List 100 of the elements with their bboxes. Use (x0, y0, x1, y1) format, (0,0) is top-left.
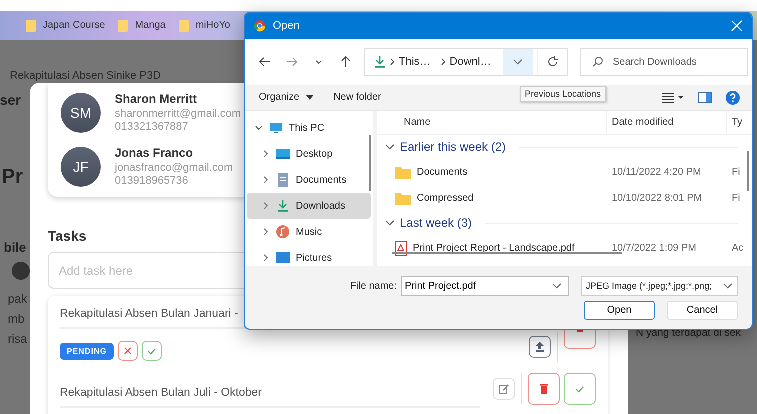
chevron-down-icon (385, 220, 395, 226)
up-icon (340, 56, 352, 68)
chevron-right-icon (262, 228, 270, 236)
scrollbar[interactable] (392, 252, 622, 254)
close-icon (731, 20, 743, 32)
page-text: ser (0, 92, 22, 108)
file-name[interactable]: Documents (417, 166, 468, 178)
folder-icon (395, 192, 411, 204)
new-folder-button[interactable]: New folder (328, 90, 388, 105)
upload-icon (534, 341, 546, 353)
caret-down-icon (306, 95, 314, 100)
file-type: Ac (731, 242, 744, 254)
column-header[interactable]: Ty (727, 111, 743, 134)
folder-icon (117, 18, 130, 32)
chevron-right-icon (262, 254, 270, 262)
page-text: mb (8, 312, 25, 326)
file-name-field[interactable]: Print Project.pdf (401, 276, 569, 296)
accept-button[interactable] (564, 373, 596, 405)
folder-icon (178, 18, 190, 32)
file-name[interactable]: Print Project Report - Landscape.pdf (413, 242, 575, 254)
file-type: Fi (731, 192, 740, 204)
scrollbar[interactable] (369, 135, 371, 191)
chevron-down-icon (255, 124, 263, 132)
picture-icon (276, 251, 290, 265)
scrollbar[interactable] (747, 151, 749, 191)
refresh-icon (546, 56, 558, 68)
page-text: bile (4, 240, 26, 255)
delete-button[interactable] (528, 373, 560, 405)
list-view-icon (662, 92, 684, 102)
tree-item[interactable]: This PC (247, 115, 371, 141)
column-header[interactable]: Name (377, 111, 607, 134)
chevron-down-icon (552, 283, 562, 289)
view-menu-button[interactable] (662, 92, 684, 102)
chevron-right-icon (390, 58, 395, 66)
section-heading: Tasks (48, 228, 87, 244)
search-field[interactable]: Search Downloads (580, 48, 748, 76)
contact-email: jonasfranco@gmail.com (115, 162, 234, 175)
tree-item[interactable]: Music (247, 219, 371, 245)
bookmark-link[interactable]: Japan Course (43, 20, 106, 31)
contact-phone: 013321367887 (115, 121, 190, 134)
reject-button[interactable] (118, 341, 138, 361)
close-icon (122, 345, 134, 357)
tree-item[interactable]: Pictures (247, 245, 371, 271)
file-date: 10/11/2022 4:20 PM (611, 166, 702, 178)
tree-item[interactable]: Downloads (247, 193, 371, 219)
help-icon (726, 90, 740, 104)
open-button[interactable]: Open (584, 301, 655, 320)
file-type-dropdown[interactable]: JPEG Image (*.jpeg;*.jpg;*.png; (581, 276, 738, 296)
file-name[interactable]: Compressed (417, 192, 474, 204)
page-text: Pr (2, 166, 24, 189)
edit-icon (498, 383, 510, 395)
download-icon (276, 199, 290, 213)
status-badge: PENDING (60, 342, 114, 360)
page-text: pak (8, 292, 28, 306)
help-button[interactable] (726, 90, 740, 104)
cancel-button[interactable]: Cancel (667, 301, 738, 320)
chevron-down-icon (723, 283, 733, 289)
group-header[interactable]: Earlier this week (2) (377, 135, 752, 159)
chevron-right-icon (262, 150, 270, 158)
breadcrumb[interactable]: Downl… (450, 56, 492, 68)
computer-icon (269, 121, 283, 135)
contact-phone: 013918965736 (115, 175, 190, 188)
music-icon (276, 225, 290, 239)
edit-button[interactable] (493, 378, 515, 400)
pane-icon (698, 92, 712, 103)
file-type: Fi (731, 166, 740, 178)
file-date: 10/7/2022 1:09 PM (611, 242, 698, 254)
address-bar[interactable]: This… Downl… (364, 48, 568, 76)
contact-name: Jonas Franco (115, 146, 194, 160)
trash-icon (538, 383, 550, 395)
group-header[interactable]: Last week (3) (377, 211, 752, 235)
breadcrumb[interactable]: This… (399, 56, 431, 68)
folder-icon (395, 166, 411, 178)
accept-button[interactable] (142, 341, 162, 361)
browser-logo-icon (254, 20, 266, 32)
chevron-down-icon (385, 144, 395, 150)
contact-name: Sharon Merritt (115, 92, 198, 106)
chevron-right-icon (440, 58, 446, 66)
contact-email: sharonmerritt@gmail.com (115, 108, 242, 121)
desktop-icon (276, 147, 290, 161)
bookmark-link[interactable]: miHoYo (196, 20, 230, 31)
chevron-down-icon (513, 59, 523, 65)
forward-icon (286, 56, 298, 68)
bookmark-link[interactable]: Manga (135, 20, 166, 31)
window-title: Open (273, 20, 301, 32)
chevron-right-icon (262, 176, 270, 184)
chevron-right-icon (262, 202, 270, 210)
tree-item[interactable]: Desktop (247, 141, 371, 167)
document-icon (276, 173, 290, 187)
tooltip: Previous Locations (520, 86, 606, 102)
organize-menu-button[interactable]: Organize (253, 90, 320, 105)
task-title: Rekapitulasi Absen Bulan Juli - Oktober (60, 374, 480, 408)
upload-button[interactable] (529, 336, 551, 358)
column-header[interactable]: Date modified (607, 111, 727, 134)
search-icon (592, 56, 604, 68)
tree-item[interactable]: Documents (247, 167, 371, 193)
avatar: SM (61, 93, 101, 133)
download-icon (374, 55, 386, 69)
avatar: JF (61, 147, 101, 187)
preview-pane-button[interactable] (698, 92, 712, 103)
